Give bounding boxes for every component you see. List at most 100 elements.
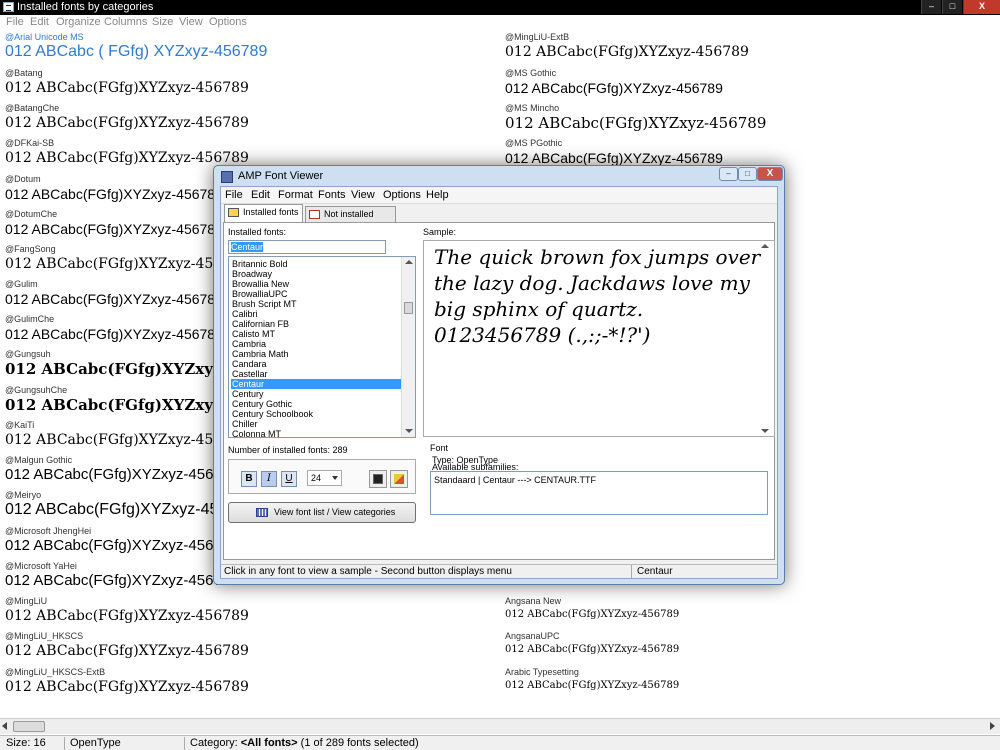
maximize-button[interactable]: □	[942, 0, 962, 14]
menu-organize[interactable]: Organize	[56, 16, 101, 28]
subfamily-item[interactable]: Standaard | Centaur ---> CENTAUR.TTF	[434, 475, 596, 485]
close-button[interactable]: X	[963, 0, 1000, 14]
list-item[interactable]: Broadway	[231, 269, 401, 279]
list-item[interactable]: Century Schoolbook	[231, 409, 401, 419]
subfamilies-listbox[interactable]: Standaard | Centaur ---> CENTAUR.TTF	[430, 471, 768, 515]
font-sample: 012 ABCabc(FGfg)XYZxyz-456789	[505, 80, 723, 96]
dialog-menu-options[interactable]: Options	[383, 189, 421, 201]
tab-installed-fonts[interactable]: Installed fonts	[224, 204, 303, 223]
list-scrollbar[interactable]	[401, 257, 415, 437]
font-entry[interactable]: @Gulim 012 ABCabc(FGfg)XYZxyz-456789	[5, 279, 223, 308]
list-item[interactable]: Britannic Bold	[231, 259, 401, 269]
list-item[interactable]: Cambria Math	[231, 349, 401, 359]
list-item[interactable]: Calibri	[231, 309, 401, 319]
font-entry[interactable]: @Dotum 012 ABCabc(FGfg)XYZxyz-456789	[5, 174, 223, 203]
list-item[interactable]: Californian FB	[231, 319, 401, 329]
dialog-status-font: Centaur	[637, 566, 673, 577]
font-sample: 012 ABCabc(FGfg)XYZxyz-456789	[5, 572, 239, 589]
italic-button[interactable]: I	[261, 471, 277, 487]
font-entry[interactable]: @MingLiU 012 ABCabc(FGfg)XYZxyz-456789	[5, 596, 249, 625]
font-sample: 012 ABCabc(FGfg)XYZxyz-456789	[5, 221, 223, 237]
dialog-menu-format[interactable]: Format	[278, 189, 313, 201]
font-name: @GulimChe	[5, 314, 55, 324]
dialog-client-area: File Edit Format Fonts View Options Help…	[220, 186, 778, 579]
font-entry[interactable]: Angsana New 012 ABCabc(FGfg)XYZxyz-45678…	[505, 596, 679, 623]
view-font-list-button[interactable]: View font list / View categories	[228, 502, 416, 523]
main-title-bar[interactable]: Installed fonts by categories – □ X	[0, 0, 1000, 15]
font-entry[interactable]: @GulimChe 012 ABCabc(FGfg)XYZxyz-456789	[5, 314, 223, 343]
font-entry[interactable]: @BatangChe 012 ABCabc(FGfg)XYZxyz-456789	[5, 103, 249, 132]
font-entry[interactable]: @MingLiU_HKSCS 012 ABCabc(FGfg)XYZxyz-45…	[5, 631, 249, 660]
dialog-minimize-button[interactable]: –	[719, 167, 738, 181]
sample-preview[interactable]: The quick brown fox jumps over the lazy …	[423, 240, 775, 437]
list-item[interactable]: Castellar	[231, 369, 401, 379]
list-item[interactable]: Browallia New	[231, 279, 401, 289]
font-size-select[interactable]: 24	[307, 470, 342, 486]
menu-view[interactable]: View	[179, 16, 203, 28]
font-entry[interactable]: AngsanaUPC 012 ABCabc(FGfg)XYZxyz-456789	[505, 631, 679, 658]
scroll-down-icon[interactable]	[405, 429, 413, 433]
font-name: @MingLiU-ExtB	[505, 32, 570, 42]
font-name: @Microsoft YaHei	[5, 561, 77, 571]
font-search-input[interactable]: Centaur	[228, 240, 386, 254]
font-entry[interactable]: @MS Gothic 012 ABCabc(FGfg)XYZxyz-456789	[505, 68, 723, 97]
font-entry[interactable]: @Malgun Gothic 012 ABCabc(FGfg)XYZxyz-45…	[5, 455, 238, 484]
scroll-down-icon[interactable]	[761, 429, 769, 433]
minimize-button[interactable]: –	[921, 0, 941, 14]
font-entry[interactable]: @MingLiU_HKSCS-ExtB 012 ABCabc(FGfg)XYZx…	[5, 667, 249, 696]
menu-columns[interactable]: Columns	[104, 16, 147, 28]
font-entry[interactable]: Arabic Typesetting 012 ABCabc(FGfg)XYZxy…	[505, 667, 679, 694]
dialog-menu-edit[interactable]: Edit	[251, 189, 270, 201]
tab-label: Installed fonts	[243, 207, 299, 217]
font-entry[interactable]: @DFKai-SB 012 ABCabc(FGfg)XYZxyz-456789	[5, 138, 249, 167]
font-name: @MS Mincho	[505, 103, 560, 113]
font-entry[interactable]: @MS Mincho 012 ABCabc(FGfg)XYZxyz-456789	[505, 103, 766, 132]
scroll-right-icon[interactable]	[990, 722, 995, 730]
font-entry[interactable]: @Microsoft JhengHei 012 ABCabc(FGfg)XYZx…	[5, 526, 238, 555]
list-item[interactable]: BrowalliaUPC	[231, 289, 401, 299]
font-entry[interactable]: @MS PGothic 012 ABCabc(FGfg)XYZxyz-45678…	[505, 138, 723, 167]
amp-font-viewer-dialog[interactable]: AMP Font Viewer – □ X File Edit Format F…	[213, 165, 785, 585]
font-entry[interactable]: @DotumChe 012 ABCabc(FGfg)XYZxyz-456789	[5, 209, 223, 238]
font-entry[interactable]: @Arial Unicode MS 012 ABCabc ( FGfg) XYZ…	[5, 32, 267, 61]
scroll-left-icon[interactable]	[2, 722, 7, 730]
menu-options[interactable]: Options	[209, 16, 247, 28]
font-entry[interactable]: @Batang 012 ABCabc(FGfg)XYZxyz-456789	[5, 68, 249, 97]
scroll-thumb[interactable]	[13, 721, 45, 732]
dialog-app-icon	[221, 171, 233, 183]
font-entry[interactable]: @Microsoft YaHei 012 ABCabc(FGfg)XYZxyz-…	[5, 561, 238, 590]
dialog-maximize-button[interactable]: □	[738, 167, 757, 181]
list-item-selected[interactable]: Centaur	[231, 379, 401, 389]
horizontal-scrollbar[interactable]	[0, 718, 1000, 734]
list-item[interactable]: Candara	[231, 359, 401, 369]
menu-file[interactable]: File	[6, 16, 24, 28]
bold-button[interactable]: B	[241, 471, 257, 487]
list-item[interactable]: Century	[231, 389, 401, 399]
list-item[interactable]: Calisto MT	[231, 329, 401, 339]
dialog-close-button[interactable]: X	[757, 167, 783, 181]
scroll-up-icon[interactable]	[405, 260, 413, 264]
list-item[interactable]: Chiller	[231, 419, 401, 429]
dialog-menu-file[interactable]: File	[225, 189, 243, 201]
scroll-up-icon[interactable]	[761, 244, 769, 248]
font-sample: 012 ABCabc(FGfg)XYZxyz-456789	[5, 150, 249, 166]
dialog-menu-help[interactable]: Help	[426, 189, 449, 201]
tab-not-installed-fonts[interactable]: Not installed fonts	[305, 206, 396, 234]
font-sample: 012 ABCabc(FGfg)XYZxyz-456789	[5, 291, 223, 307]
list-item[interactable]: Colonna MT	[231, 429, 401, 437]
dialog-menu-view[interactable]: View	[351, 189, 375, 201]
font-listbox[interactable]: Britannic Bold Broadway Browallia New Br…	[228, 256, 416, 438]
font-name: @MS Gothic	[505, 68, 557, 78]
underline-button[interactable]: U	[281, 471, 297, 487]
list-item[interactable]: Century Gothic	[231, 399, 401, 409]
font-entry[interactable]: @MingLiU-ExtB 012 ABCabc(FGfg)XYZxyz-456…	[505, 32, 749, 61]
menu-size[interactable]: Size	[152, 16, 173, 28]
window-title: Installed fonts by categories	[17, 1, 154, 13]
dialog-menu-fonts[interactable]: Fonts	[318, 189, 346, 201]
background-color-button[interactable]	[369, 470, 387, 488]
list-item[interactable]: Brush Script MT	[231, 299, 401, 309]
text-color-button[interactable]	[390, 470, 408, 488]
list-scroll-thumb[interactable]	[404, 302, 413, 314]
list-item[interactable]: Cambria	[231, 339, 401, 349]
menu-edit[interactable]: Edit	[30, 16, 49, 28]
